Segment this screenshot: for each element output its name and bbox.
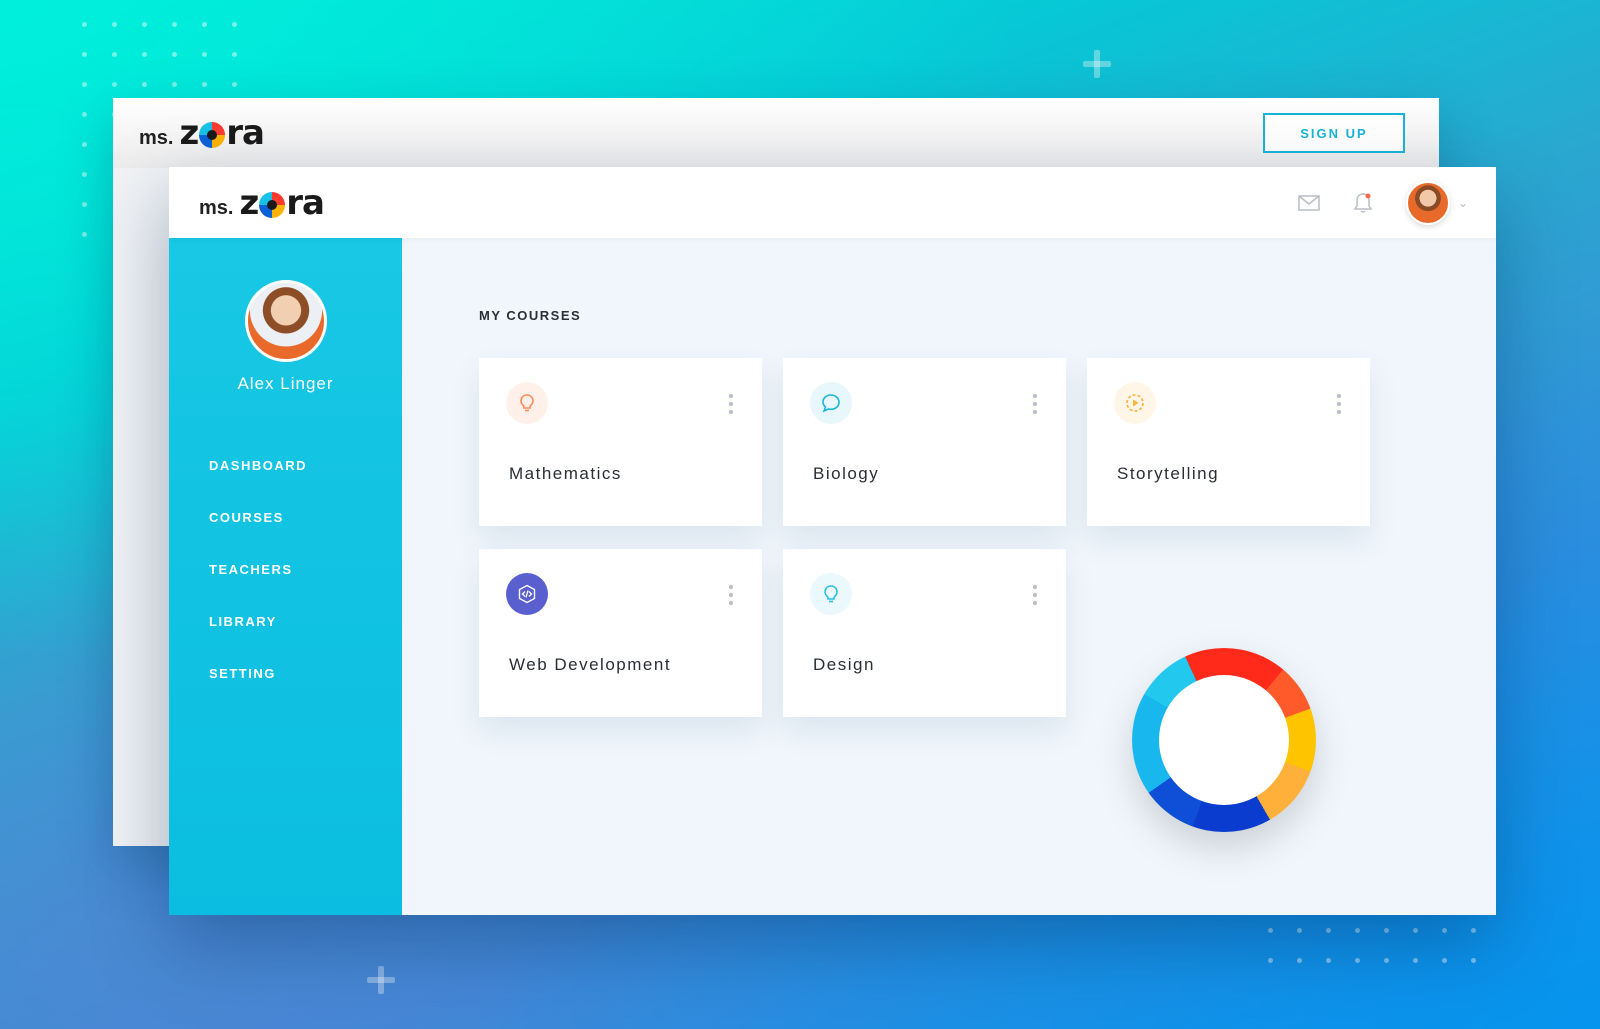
user-name: Alex Linger xyxy=(237,374,334,393)
play-circle-icon xyxy=(1114,382,1156,424)
app-window: ms. z ra ⌄ Alex Linger DASHBOARD COURSES … xyxy=(169,167,1496,915)
course-title: Web Development xyxy=(509,655,672,674)
mail-icon[interactable] xyxy=(1298,192,1320,214)
course-card-storytelling[interactable]: Storytelling xyxy=(1087,358,1370,526)
lightbulb-icon xyxy=(506,382,548,424)
course-card-mathematics[interactable]: Mathematics xyxy=(479,358,762,526)
header-actions: ⌄ xyxy=(1298,180,1468,225)
more-options-icon[interactable] xyxy=(728,585,734,605)
course-title: Design xyxy=(813,655,875,674)
lightbulb-icon xyxy=(810,573,852,615)
logo-o-icon xyxy=(259,191,286,218)
chat-bubble-icon xyxy=(810,382,852,424)
more-options-icon[interactable] xyxy=(1032,394,1038,414)
progress-ring xyxy=(1132,648,1316,832)
back-header: ms. z ra SIGN UP xyxy=(113,98,1439,168)
more-options-icon[interactable] xyxy=(728,394,734,414)
user-menu[interactable]: ⌄ xyxy=(1405,180,1468,225)
sign-up-button[interactable]: SIGN UP xyxy=(1263,113,1405,153)
main-content: MY COURSES Mathematics Biology Storytell… xyxy=(402,238,1496,915)
course-card-web-development[interactable]: Web Development xyxy=(479,549,762,717)
more-options-icon[interactable] xyxy=(1336,394,1342,414)
profile-avatar[interactable] xyxy=(244,280,327,362)
course-title: Storytelling xyxy=(1117,464,1220,483)
decorative-dots xyxy=(82,142,87,237)
plus-decoration-icon xyxy=(367,966,395,994)
course-card-biology[interactable]: Biology xyxy=(783,358,1066,526)
sidebar-item-setting[interactable]: SETTING xyxy=(209,666,402,718)
avatar[interactable] xyxy=(1405,180,1450,225)
logo[interactable]: ms. z ra xyxy=(139,113,265,153)
decorative-dots xyxy=(1268,928,1476,963)
sidebar: Alex Linger DASHBOARD COURSES TEACHERS L… xyxy=(169,238,402,915)
chevron-down-icon[interactable]: ⌄ xyxy=(1458,196,1468,210)
course-title: Biology xyxy=(813,464,880,483)
more-options-icon[interactable] xyxy=(1032,585,1038,605)
bell-icon[interactable] xyxy=(1352,192,1374,214)
plus-decoration-icon xyxy=(1083,50,1111,78)
page-title: MY COURSES xyxy=(479,308,582,323)
sidebar-item-library[interactable]: LIBRARY xyxy=(209,614,402,666)
sidebar-item-courses[interactable]: COURSES xyxy=(209,510,402,562)
code-icon xyxy=(506,573,548,615)
sidebar-item-teachers[interactable]: TEACHERS xyxy=(209,562,402,614)
sidebar-item-dashboard[interactable]: DASHBOARD xyxy=(209,458,402,510)
logo[interactable]: ms. z ra xyxy=(199,183,325,223)
top-bar: ms. z ra ⌄ xyxy=(169,167,1496,238)
logo-o-icon xyxy=(199,122,226,148)
sidebar-nav: DASHBOARD COURSES TEACHERS LIBRARY SETTI… xyxy=(169,458,402,718)
course-title: Mathematics xyxy=(509,464,622,483)
course-card-design[interactable]: Design xyxy=(783,549,1066,717)
